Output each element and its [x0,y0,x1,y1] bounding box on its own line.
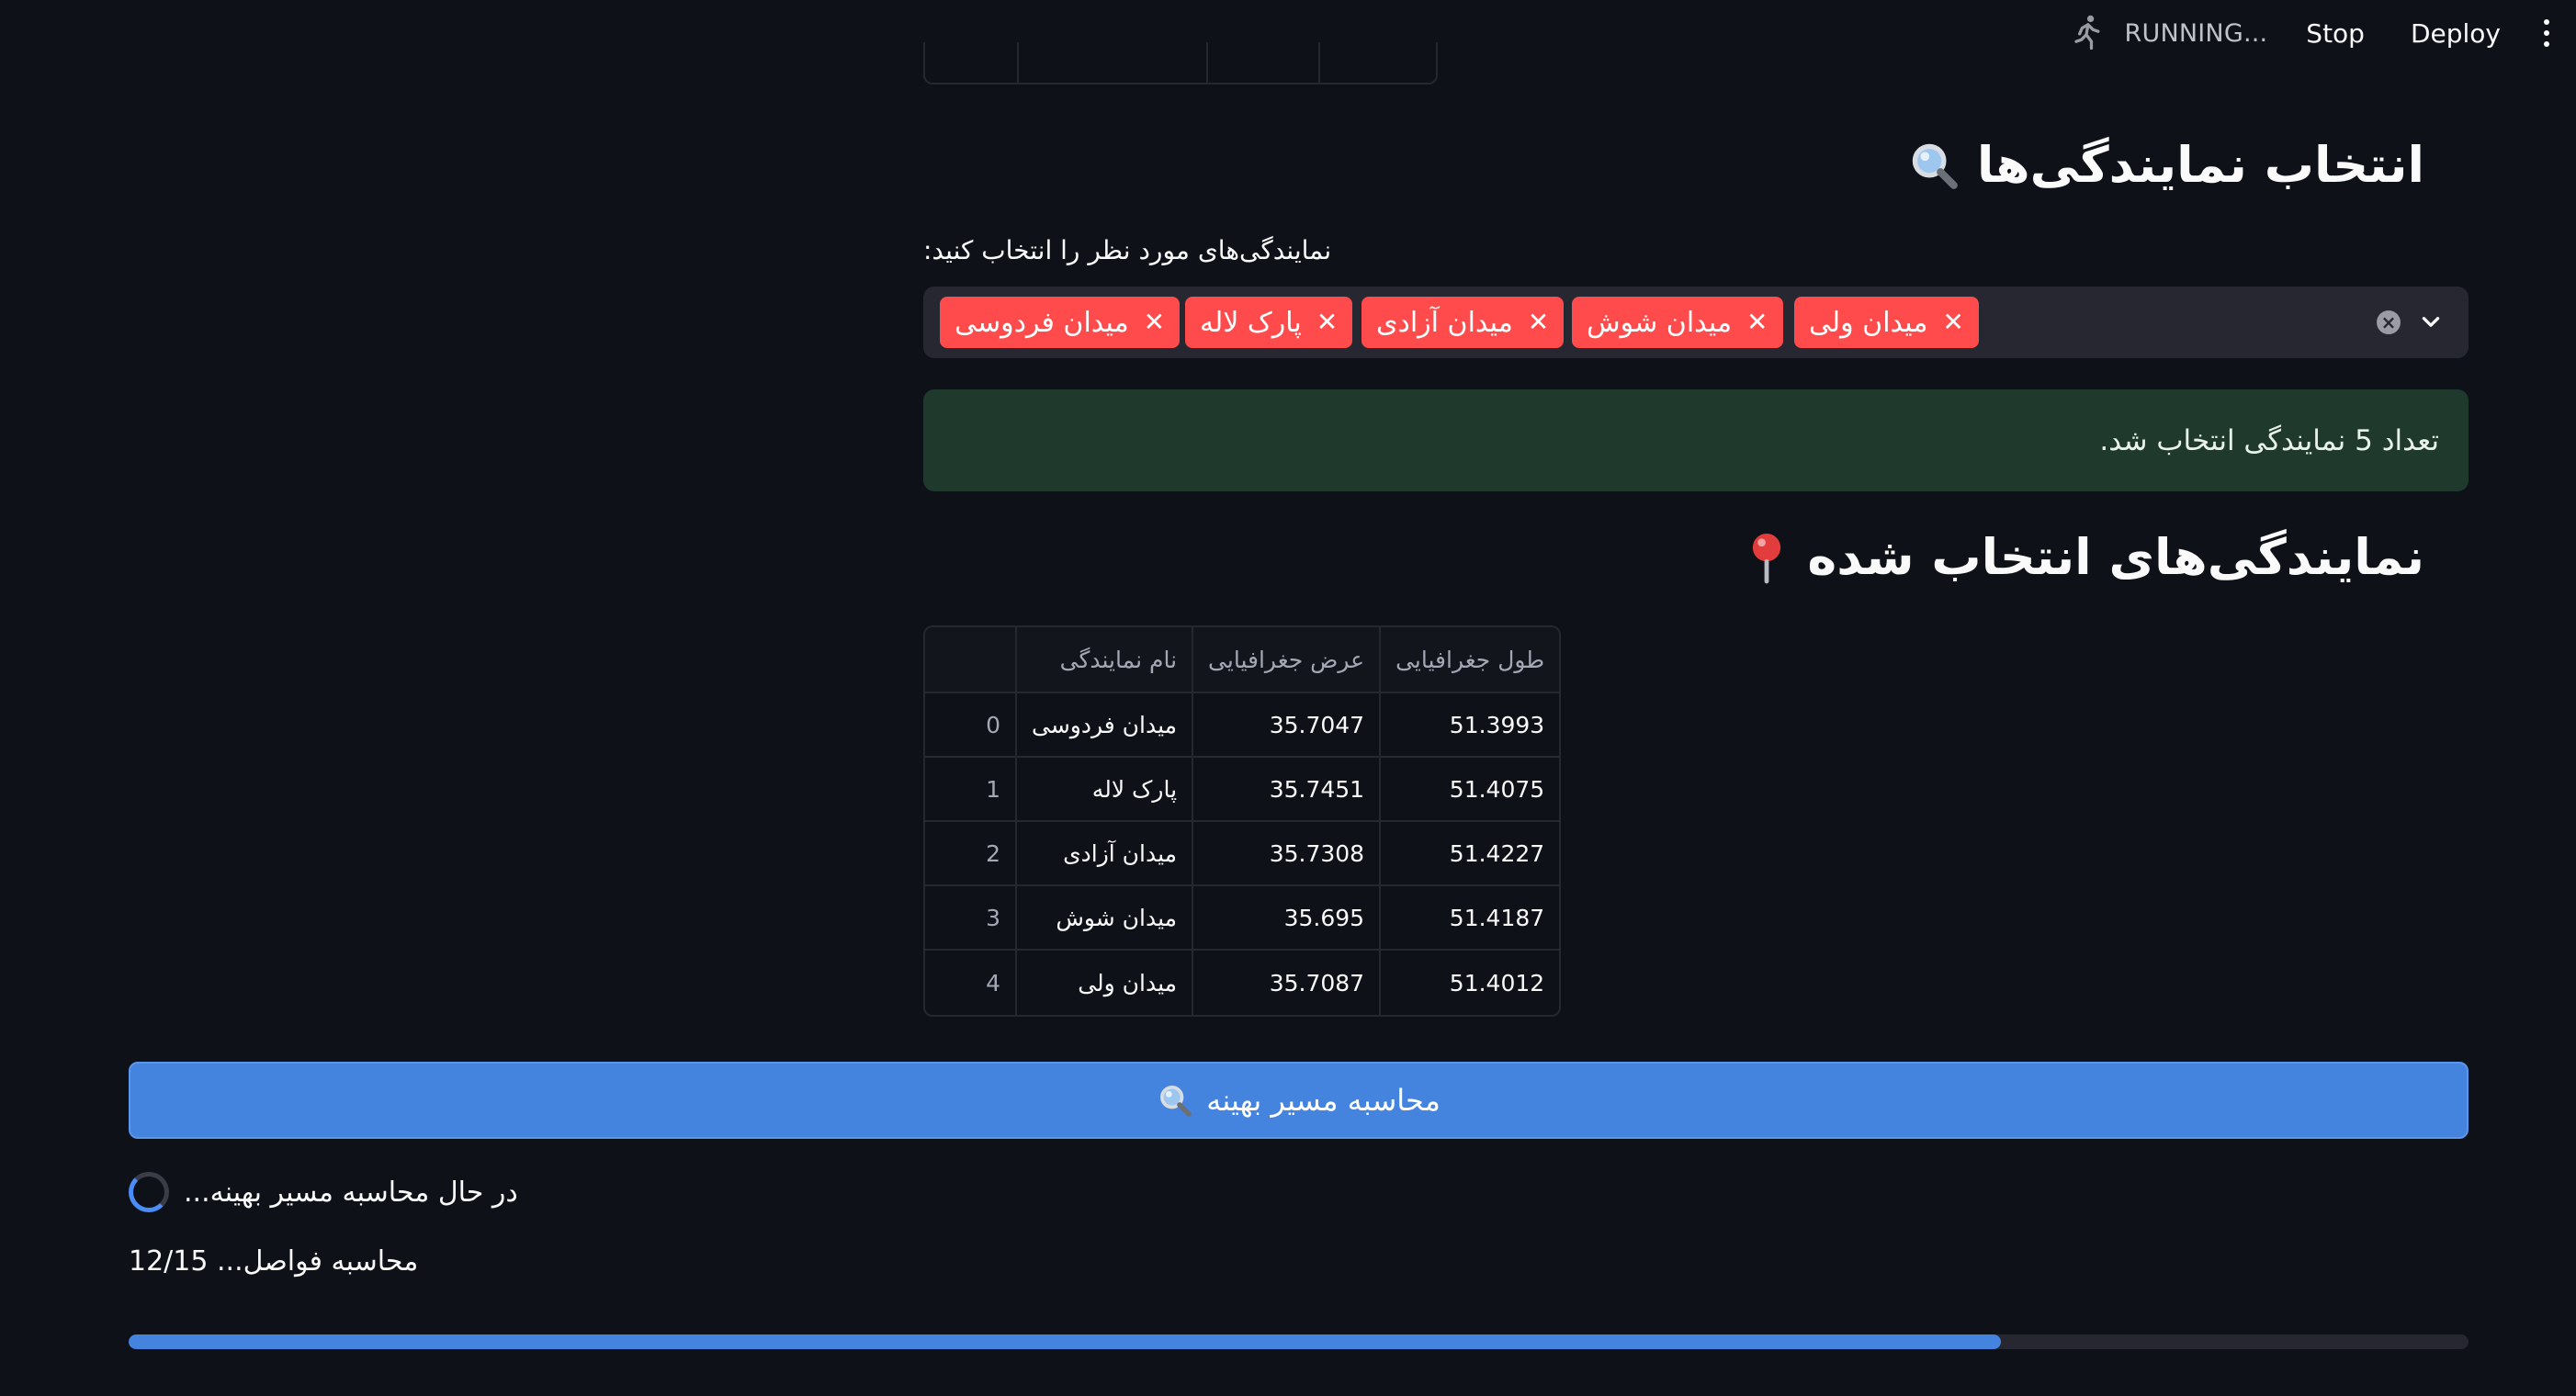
progress-bar-fill [129,1334,2001,1349]
selected-section-title: نمایندگی‌های انتخاب شده [1807,528,2424,586]
calculate-route-button[interactable]: محاسبه مسیر بهینه [129,1062,2469,1139]
select-section-heading: انتخاب نمایندگی‌ها [1907,136,2424,194]
progress-bar [129,1334,2469,1349]
row-index: 2 [925,822,1017,886]
chip-azadi: میدان آزادی ✕ [1361,297,1565,348]
table-header-row: نام نمایندگی عرض جغرافیایی طول جغرافیایی [925,627,1560,693]
select-section-title: انتخاب نمایندگی‌ها [1976,136,2424,194]
agency-name-cell: میدان ولی [1017,951,1194,1015]
table-row: 3 میدان شوش 35.695 51.4187 [925,886,1560,951]
chip-shoosh: میدان شوش ✕ [1572,297,1783,348]
latitude-cell: 35.7087 [1193,951,1382,1015]
chip-remove-icon[interactable]: ✕ [1942,310,1963,335]
row-index: 3 [925,886,1017,951]
agency-multiselect[interactable]: میدان فردوسی ✕ پارک لاله ✕ میدان آزادی ✕… [923,287,2469,358]
agency-name-cell: میدان شوش [1017,886,1194,951]
calculate-button-label: محاسبه مسیر بهینه [1206,1083,1441,1118]
table-row: 4 میدان ولی 35.7087 51.4012 [925,951,1559,1015]
latitude-header[interactable]: عرض جغرافیایی [1193,627,1382,693]
table-row: 1 پارک لاله 35.7451 51.4075 [925,758,1560,822]
stop-button[interactable]: Stop [2306,18,2365,49]
longitude-cell: 51.4187 [1381,886,1560,951]
multiselect-label: نمایندگی‌های مورد نظر را انتخاب کنید: [923,235,1332,265]
chip-remove-icon[interactable]: ✕ [1316,310,1338,335]
selected-section-heading: نمایندگی‌های انتخاب شده [1743,528,2424,586]
agency-name-cell: میدان فردوسی [1017,693,1194,758]
running-status: RUNNING... [2124,18,2268,48]
index-header [925,627,1017,693]
chip-label: پارک لاله [1200,306,1302,339]
progress-text: محاسبه فواصل... 12/15 [129,1245,419,1278]
chip-remove-icon[interactable]: ✕ [1144,310,1165,335]
longitude-cell: 51.3993 [1381,693,1560,758]
latitude-cell: 35.7451 [1193,758,1382,822]
chevron-down-icon[interactable] [2419,310,2443,334]
previous-table-edge [923,42,1438,84]
row-index: 4 [925,951,1017,1015]
running-man-icon [2073,15,2100,51]
magnifier-icon [1912,143,1958,189]
agency-name-cell: پارک لاله [1017,758,1194,822]
clear-all-icon[interactable]: × [2377,310,2401,334]
success-alert: تعداد 5 نمایندگی انتخاب شد. [923,389,2469,491]
longitude-header[interactable]: طول جغرافیایی [1381,627,1560,693]
latitude-cell: 35.7308 [1193,822,1382,886]
table-row: 2 میدان آزادی 35.7308 51.4227 [925,822,1560,886]
row-index: 0 [925,693,1017,758]
chip-ferdowsi: میدان فردوسی ✕ [940,297,1181,348]
chip-label: میدان آزادی [1376,306,1513,339]
agency-name-cell: میدان آزادی [1017,822,1194,886]
chip-label: میدان فردوسی [955,306,1129,339]
chip-laleh-park: پارک لاله ✕ [1185,297,1353,348]
pushpin-icon [1753,533,1781,583]
chip-remove-icon[interactable]: ✕ [1746,310,1768,335]
success-message: تعداد 5 نمایندگی انتخاب شد. [2099,423,2439,457]
loading-indicator: در حال محاسبه مسیر بهینه... [129,1172,518,1212]
chip-remove-icon[interactable]: ✕ [1528,310,1549,335]
deploy-button[interactable]: Deploy [2411,18,2501,49]
spinner-text: در حال محاسبه مسیر بهینه... [184,1176,518,1209]
spinner-icon [129,1172,169,1212]
table-row: 0 میدان فردوسی 35.7047 51.3993 [925,693,1560,758]
latitude-cell: 35.7047 [1193,693,1382,758]
magnifier-icon [1160,1086,1192,1117]
row-index: 1 [925,758,1017,822]
latitude-cell: 35.695 [1193,886,1382,951]
name-header[interactable]: نام نمایندگی [1017,627,1194,693]
chip-label: میدان ولی [1809,306,1928,339]
chip-label: میدان شوش [1587,306,1733,339]
main-menu-icon[interactable] [2537,13,2556,53]
longitude-cell: 51.4012 [1449,969,1545,996]
longitude-cell: 51.4227 [1381,822,1560,886]
selected-agencies-table: نام نمایندگی عرض جغرافیایی طول جغرافیایی… [923,625,1562,1017]
longitude-cell: 51.4075 [1381,758,1560,822]
app-toolbar: RUNNING... Stop Deploy [2066,0,2576,66]
chip-vali: میدان ولی ✕ [1794,297,1979,348]
